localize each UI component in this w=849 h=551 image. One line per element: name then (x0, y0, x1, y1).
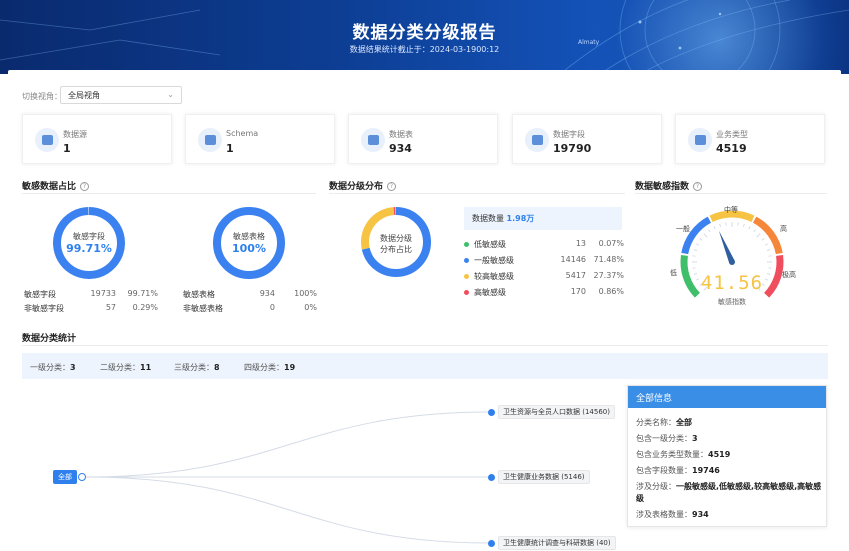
info-value: 3 (692, 434, 698, 443)
info-label: 包含一级分类： (636, 434, 692, 443)
info-value: 全部 (676, 418, 692, 427)
node-info-panel: 全部信息 分类名称：全部 包含一级分类：3 包含业务类型数量：4519 包含字段… (627, 385, 827, 527)
info-row-name: 分类名称：全部 (636, 417, 822, 429)
tree-leaf-dot[interactable] (488, 474, 495, 481)
info-row-fields: 包含字段数量：19746 (636, 465, 822, 477)
info-label: 涉及分级： (636, 482, 676, 491)
info-label: 分类名称： (636, 418, 676, 427)
info-label: 涉及表格数量： (636, 510, 692, 519)
tree-leaf-node[interactable]: 卫生资源与全员人口数据 (14560) (498, 405, 615, 419)
tree-root-toggle[interactable] (78, 473, 86, 481)
tree-leaf-dot[interactable] (488, 540, 495, 547)
info-label: 包含字段数量： (636, 466, 692, 475)
tree-root-node[interactable]: 全部 (53, 470, 77, 484)
tree-leaf-node[interactable]: 卫生健康统计调查与科研数据 (40) (498, 536, 616, 550)
info-row-tables: 涉及表格数量：934 (636, 509, 822, 521)
info-row-business: 包含业务类型数量：4519 (636, 449, 822, 461)
tree-leaf-dot[interactable] (488, 409, 495, 416)
tree-leaf-node[interactable]: 卫生健康业务数据 (5146) (498, 470, 590, 484)
info-row-level1: 包含一级分类：3 (636, 433, 822, 445)
info-label: 包含业务类型数量： (636, 450, 708, 459)
info-value: 4519 (708, 450, 730, 459)
info-panel-title: 全部信息 (628, 386, 826, 408)
info-row-grades: 涉及分级：一般敏感级,低敏感级,较高敏感级,高敏感级 (636, 481, 822, 505)
info-value: 19746 (692, 466, 720, 475)
info-value: 934 (692, 510, 709, 519)
